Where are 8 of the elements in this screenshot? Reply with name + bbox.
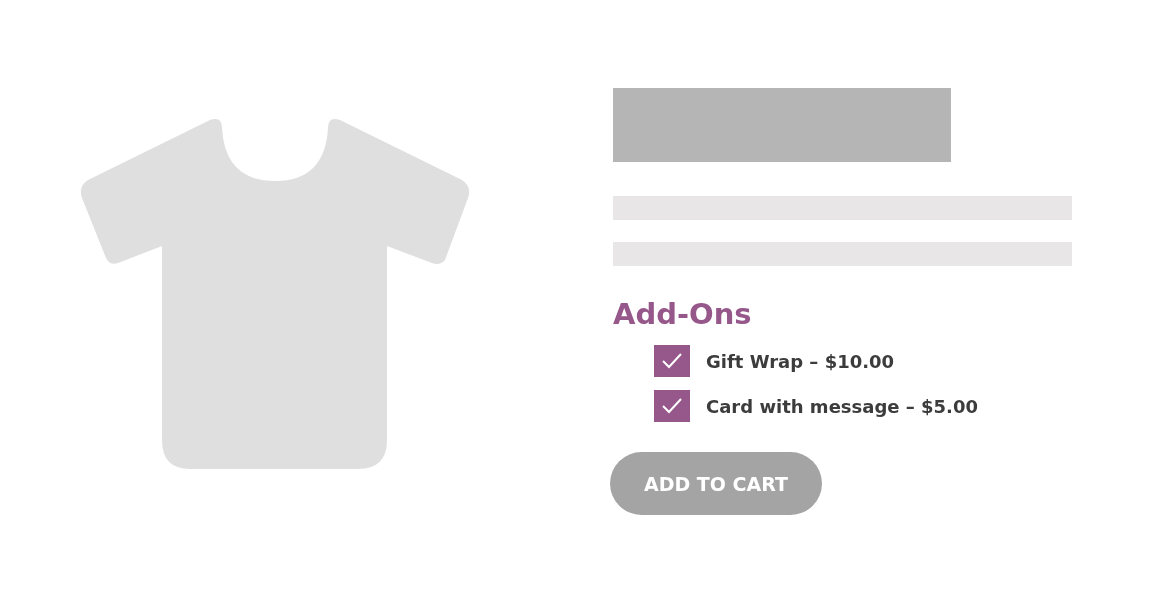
addons-heading: Add-Ons [613,296,753,332]
checkbox[interactable] [654,390,690,422]
checkmark-icon [661,352,683,370]
add-to-cart-button[interactable]: ADD TO CART [610,452,822,515]
addon-label: Gift Wrap – $10.00 [706,350,895,372]
checkmark-icon [661,397,683,415]
checkbox[interactable] [654,345,690,377]
addon-label: Card with message – $5.00 [706,395,978,417]
